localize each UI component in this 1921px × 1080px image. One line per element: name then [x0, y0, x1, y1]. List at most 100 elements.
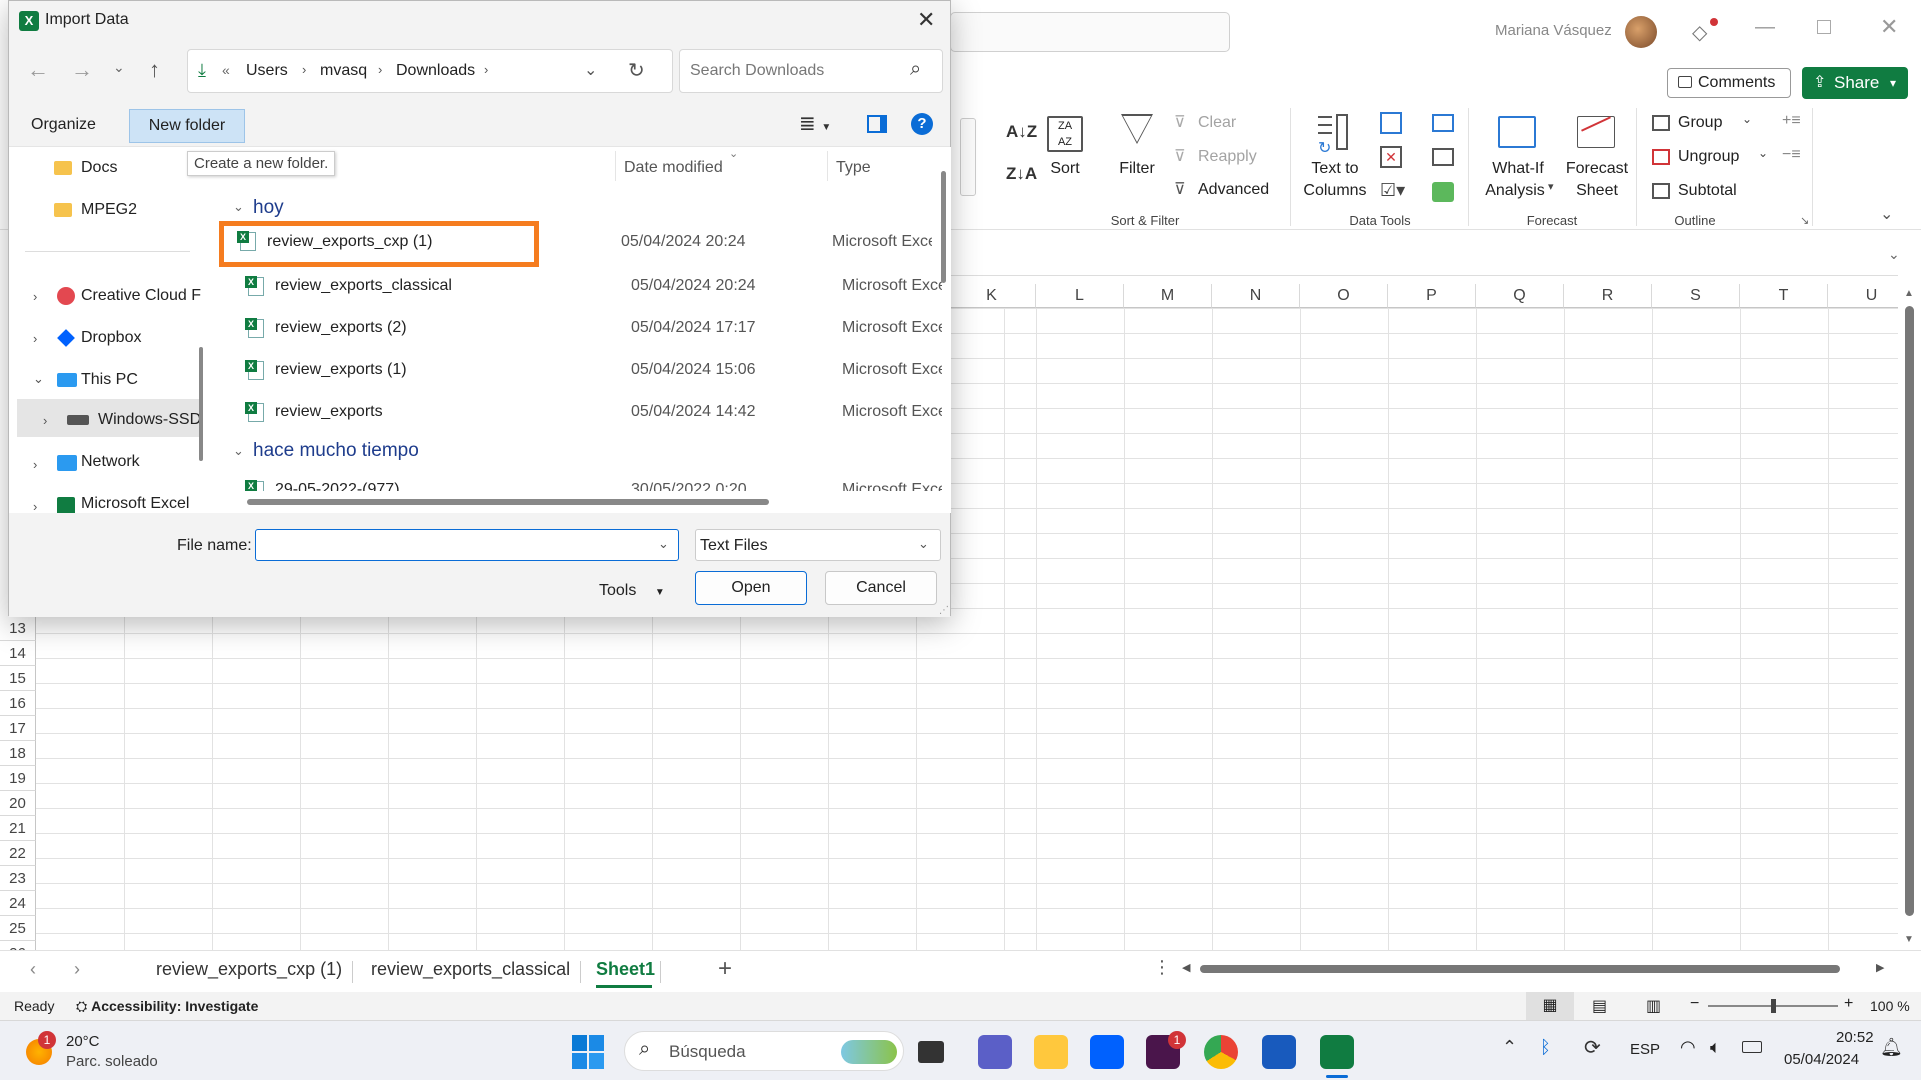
tray-chevron-icon[interactable]: ⌃: [1502, 1037, 1517, 1058]
add-sheet-icon[interactable]: +: [718, 955, 732, 983]
dialog-close-icon[interactable]: ✕: [917, 7, 935, 33]
resize-grip-icon[interactable]: ⋰: [939, 605, 949, 616]
sheet-tab-1[interactable]: review_exports_cxp (1): [156, 959, 342, 980]
sidebar-item-microsoft-excel[interactable]: Microsoft Excel: [81, 495, 189, 513]
data-model-icon[interactable]: [1432, 182, 1454, 202]
column-header-t[interactable]: T: [1740, 284, 1828, 308]
recent-dropdown-icon[interactable]: ⌄: [113, 59, 125, 76]
language-indicator[interactable]: ESP: [1630, 1041, 1660, 1058]
relationships-icon[interactable]: [1432, 148, 1454, 166]
row-header-19[interactable]: 19: [0, 766, 36, 791]
column-header-p[interactable]: P: [1388, 284, 1476, 308]
file-row[interactable]: review_exports_cxp (1) 05/04/2024 20:24 Mi…: [219, 221, 932, 267]
row-header-16[interactable]: 16: [0, 691, 36, 716]
user-name[interactable]: Mariana Vásquez: [1495, 22, 1612, 39]
file-explorer-icon[interactable]: [1034, 1035, 1068, 1069]
dropbox-icon[interactable]: [1090, 1035, 1124, 1069]
vertical-scrollbar[interactable]: ▲ ▼: [1898, 284, 1921, 950]
group-header-today[interactable]: hoy: [253, 197, 284, 219]
sort-button[interactable]: ZA AZ Sort: [1045, 114, 1085, 204]
scroll-up-icon[interactable]: ▲: [1904, 288, 1914, 299]
row-header-23[interactable]: 23: [0, 866, 36, 891]
sidebar-item-mpeg2[interactable]: MPEG2: [81, 201, 137, 219]
reapply-button[interactable]: ⊽ Reapply: [1172, 146, 1272, 170]
taskbar-search[interactable]: ⌕ Búsqueda: [624, 1031, 904, 1071]
expand-chevron-icon[interactable]: ›: [43, 413, 47, 428]
forecast-sheet-button[interactable]: Forecast Sheet: [1560, 112, 1634, 204]
what-if-analysis-button[interactable]: What-If Analysis ▾: [1476, 112, 1560, 204]
advanced-button[interactable]: ⊽ Advanced: [1172, 179, 1282, 203]
sidebar-item-windows-ssd[interactable]: Windows-SSD: [98, 411, 201, 429]
comments-button[interactable]: Comments: [1667, 68, 1791, 98]
sidebar-item-creative-cloud[interactable]: Creative Cloud F: [81, 287, 201, 305]
scroll-thumb[interactable]: [1905, 306, 1914, 916]
zoom-thumb[interactable]: [1771, 999, 1776, 1013]
group-button[interactable]: Group ⌄: [1650, 112, 1770, 136]
row-header-17[interactable]: 17: [0, 716, 36, 741]
address-dropdown-icon[interactable]: ⌄: [584, 60, 597, 80]
prev-sheet-icon[interactable]: ‹: [30, 959, 36, 980]
sidebar-item-docs[interactable]: Docs: [81, 159, 117, 177]
clock-time[interactable]: 20:52: [1836, 1029, 1874, 1046]
chrome-icon[interactable]: [1204, 1035, 1238, 1069]
windows-start-icon[interactable]: [572, 1035, 606, 1069]
normal-view-icon[interactable]: ▦: [1526, 992, 1574, 1020]
search-downloads-input[interactable]: Search Downloads ⌕: [679, 49, 943, 93]
group-header-old[interactable]: hace mucho tiempo: [253, 440, 419, 462]
refresh-icon[interactable]: ↻: [628, 58, 645, 83]
zoom-slider[interactable]: [1708, 999, 1838, 1013]
row-header-26[interactable]: 26: [0, 941, 36, 950]
row-header-22[interactable]: 22: [0, 841, 36, 866]
text-to-columns-button[interactable]: ↻ Text to Columns: [1300, 112, 1370, 204]
address-bar[interactable]: ⤓ « Users › mvasq › Downloads › ⌄ ↻: [187, 49, 673, 93]
filter-button[interactable]: Filter: [1115, 112, 1159, 204]
sidebar-item-network[interactable]: Network: [81, 453, 140, 471]
sync-icon[interactable]: ⟳: [1584, 1035, 1601, 1060]
file-row[interactable]: review_exports_classical 05/04/2024 20:24…: [227, 269, 942, 305]
excel-icon[interactable]: [1320, 1035, 1354, 1069]
weather-widget[interactable]: 1 20°C Parc. soleado: [22, 1029, 182, 1075]
minimize-icon[interactable]: —: [1755, 16, 1775, 39]
scroll-down-icon[interactable]: ▼: [1904, 934, 1914, 945]
formula-expand-icon[interactable]: ⌄: [1888, 246, 1900, 263]
organize-button[interactable]: Organize ▼: [19, 111, 103, 160]
sort-ascending-icon[interactable]: A↓Z: [1006, 122, 1037, 142]
sidebar-scrollbar[interactable]: [199, 347, 203, 461]
scroll-left-icon[interactable]: ◀: [1182, 961, 1190, 974]
breadcrumb-users[interactable]: Users: [246, 62, 288, 80]
consolidate-icon[interactable]: [1432, 114, 1454, 132]
wifi-icon[interactable]: ◠: [1680, 1037, 1696, 1058]
collapse-chevron-icon[interactable]: ⌄: [33, 371, 44, 387]
data-validation-icon[interactable]: ☑▾: [1380, 180, 1405, 201]
file-row[interactable]: review_exports (2) 05/04/2024 17:17 Micros…: [227, 311, 942, 347]
bluetooth-icon[interactable]: ᛒ: [1540, 1037, 1551, 1058]
row-header-25[interactable]: 25: [0, 916, 36, 941]
file-list-vscrollbar[interactable]: [941, 171, 946, 283]
battery-icon[interactable]: [1742, 1041, 1762, 1053]
new-folder-button[interactable]: New folder: [129, 109, 245, 143]
remove-duplicates-icon[interactable]: ✕: [1380, 146, 1402, 168]
row-header-21[interactable]: 21: [0, 816, 36, 841]
column-header-o[interactable]: O: [1300, 284, 1388, 308]
column-header-l[interactable]: L: [1036, 284, 1124, 308]
row-header-18[interactable]: 18: [0, 741, 36, 766]
ribbon-scroll[interactable]: [960, 118, 976, 196]
sort-descending-icon[interactable]: Z↓A: [1006, 164, 1037, 184]
column-header-u[interactable]: U: [1828, 284, 1898, 308]
zoom-out-icon[interactable]: −: [1690, 995, 1699, 1013]
back-arrow-icon[interactable]: ←: [27, 57, 49, 83]
file-type-select[interactable]: Text Files ⌄: [695, 529, 941, 561]
chevron-down-icon[interactable]: ▾: [1890, 67, 1896, 99]
file-row-old[interactable]: 29-05-2022-(977) 30/05/2022 0:20 Microso…: [227, 473, 942, 491]
row-header-24[interactable]: 24: [0, 891, 36, 916]
collapse-ribbon-icon[interactable]: ⌄: [1880, 204, 1893, 224]
ungroup-button[interactable]: Ungroup ⌄: [1650, 146, 1770, 170]
file-row[interactable]: review_exports 05/04/2024 14:42 Microsoft …: [227, 395, 942, 431]
sheet-tab-2[interactable]: review_exports_classical: [371, 959, 570, 980]
row-header-20[interactable]: 20: [0, 791, 36, 816]
row-header-15[interactable]: 15: [0, 666, 36, 691]
show-detail-icon[interactable]: +≡: [1782, 112, 1801, 130]
column-header-date[interactable]: Date modified: [624, 159, 723, 177]
column-header-k[interactable]: K: [948, 284, 1036, 308]
restore-icon[interactable]: [1817, 20, 1831, 34]
